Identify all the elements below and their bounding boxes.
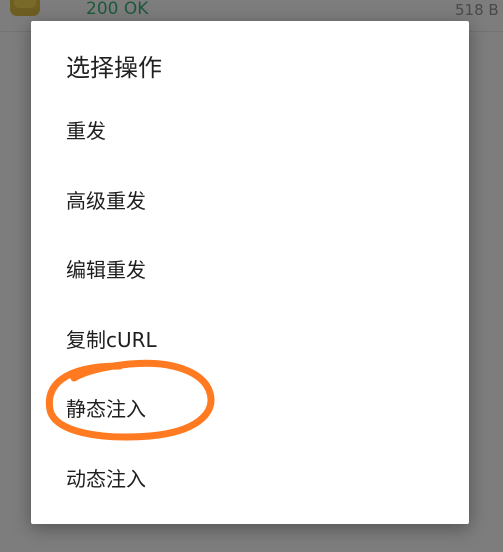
response-size: 518 B — [455, 1, 499, 19]
menu-item-label: 重发 — [66, 119, 106, 143]
menu-item-label: 静态注入 — [66, 397, 146, 421]
action-dialog: 选择操作 重发 高级重发 编辑重发 复制cURL 静态注入 动态注入 — [31, 21, 469, 524]
menu-item-copy-curl[interactable]: 复制cURL — [31, 308, 469, 372]
menu-item-resend[interactable]: 重发 — [31, 99, 469, 163]
menu-item-advanced-resend[interactable]: 高级重发 — [31, 169, 469, 233]
dialog-title: 选择操作 — [66, 54, 162, 82]
menu-item-label: 复制cURL — [66, 328, 157, 352]
menu-item-dynamic-inject[interactable]: 动态注入 — [31, 447, 469, 511]
response-status: 200 OK — [86, 0, 149, 19]
app-icon — [10, 0, 40, 16]
menu-item-label: 编辑重发 — [66, 258, 146, 282]
menu-item-label: 高级重发 — [66, 189, 146, 213]
menu-item-static-inject[interactable]: 静态注入 — [31, 377, 469, 441]
menu-item-edit-resend[interactable]: 编辑重发 — [31, 238, 469, 302]
menu-item-label: 动态注入 — [66, 467, 146, 491]
background-list-row: 200 OK 518 B — [0, 0, 503, 22]
